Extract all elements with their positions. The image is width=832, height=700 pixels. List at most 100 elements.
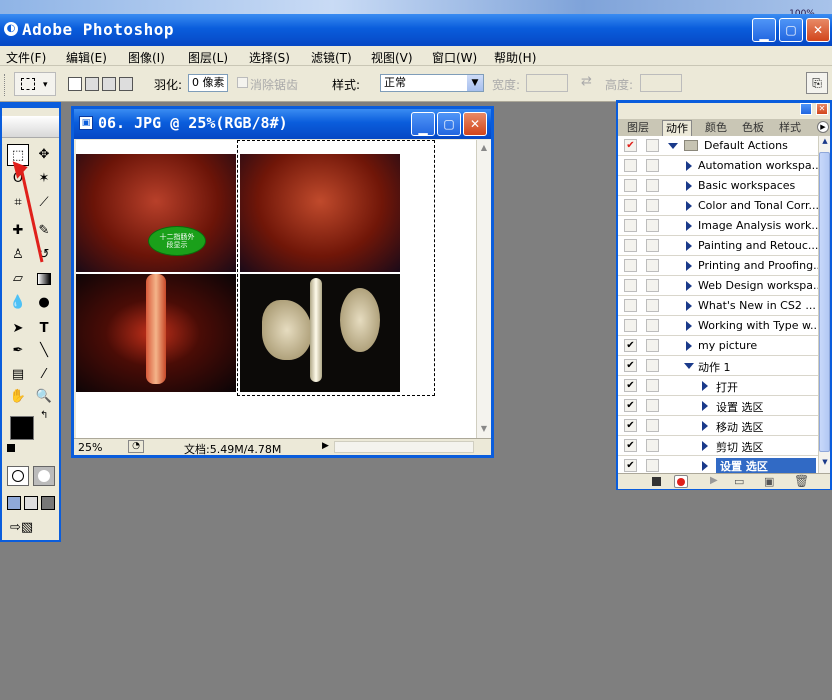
action-row[interactable]: Color and Tonal Corr... (618, 196, 819, 216)
action-toggle-checkbox[interactable]: ✔ (624, 359, 637, 372)
doc-maximize-button[interactable]: ▢ (437, 112, 461, 136)
expanded-chevron-icon[interactable] (668, 143, 678, 149)
collapsed-chevron-icon[interactable] (686, 161, 692, 171)
scroll-up-icon[interactable]: ▲ (820, 137, 830, 149)
action-toggle-checkbox[interactable] (624, 259, 637, 272)
collapsed-chevron-icon[interactable] (686, 241, 692, 251)
collapsed-chevron-icon[interactable] (686, 321, 692, 331)
action-toggle-checkbox[interactable] (624, 239, 637, 252)
action-row[interactable]: ✔ 剪切 选区 (618, 436, 818, 456)
action-row[interactable]: ✔ 移动 选区 (618, 416, 818, 436)
dialog-toggle-checkbox[interactable] (646, 159, 659, 172)
action-toggle-checkbox[interactable] (624, 159, 637, 172)
panel-close-button[interactable]: ✕ (816, 103, 828, 115)
document-icon: ▣ (79, 116, 93, 130)
collapsed-chevron-icon[interactable] (702, 401, 708, 411)
action-row[interactable]: Printing and Proofing... (618, 256, 824, 276)
collapsed-chevron-icon[interactable] (702, 461, 708, 471)
tab-styles[interactable]: 样式 (776, 120, 804, 136)
action-toggle-checkbox[interactable]: ✔ (624, 439, 637, 452)
trash-icon[interactable]: 🗑 (794, 474, 809, 488)
dialog-toggle-checkbox[interactable] (646, 379, 659, 392)
dialog-toggle-checkbox[interactable] (646, 219, 659, 232)
scroll-up-icon[interactable]: ▲ (478, 141, 490, 155)
collapsed-chevron-icon[interactable] (702, 441, 708, 451)
panel-minimize-button[interactable] (800, 103, 812, 115)
collapsed-chevron-icon[interactable] (686, 281, 692, 291)
dialog-toggle-checkbox[interactable] (646, 139, 659, 152)
action-row[interactable]: ✔ my picture (618, 336, 818, 356)
action-row[interactable]: ✔ 设置 选区 (618, 396, 818, 416)
stop-icon[interactable] (652, 477, 661, 486)
doc-minimize-button[interactable]: ▁ (411, 112, 435, 136)
tab-color[interactable]: 颜色 (702, 120, 730, 136)
scroll-down-icon[interactable]: ▼ (820, 458, 830, 470)
dialog-toggle-checkbox[interactable] (646, 199, 659, 212)
action-row[interactable]: What's New in CS2 ... (618, 296, 818, 316)
action-toggle-checkbox[interactable]: ✔ (624, 419, 637, 432)
panel-vertical-scrollbar[interactable]: ▲ ▼ (818, 136, 830, 473)
new-set-icon[interactable]: ▭ (734, 475, 744, 488)
tab-layers[interactable]: 图层 (624, 120, 652, 136)
dialog-toggle-checkbox[interactable] (646, 259, 659, 272)
canvas[interactable]: 十二指肠外 段显示 (76, 140, 476, 438)
action-label: What's New in CS2 ... (698, 299, 816, 312)
scroll-down-icon[interactable]: ▼ (478, 422, 490, 436)
action-row[interactable]: Image Analysis work... (618, 216, 822, 236)
dialog-toggle-checkbox[interactable] (646, 239, 659, 252)
collapsed-chevron-icon[interactable] (702, 421, 708, 431)
doc-close-button[interactable]: ✕ (463, 112, 487, 136)
action-toggle-checkbox[interactable] (624, 199, 637, 212)
action-toggle-checkbox[interactable] (624, 299, 637, 312)
expanded-chevron-icon[interactable] (684, 363, 694, 369)
collapsed-chevron-icon[interactable] (686, 201, 692, 211)
action-toggle-checkbox[interactable] (624, 279, 637, 292)
action-toggle-checkbox[interactable]: ✔ (624, 459, 637, 472)
action-row[interactable]: Web Design workspa... (618, 276, 824, 296)
dialog-toggle-checkbox[interactable] (646, 419, 659, 432)
dialog-toggle-checkbox[interactable] (646, 459, 659, 472)
action-toggle-checkbox[interactable]: ✔ (624, 339, 637, 352)
document-title-bar[interactable]: ▣ 06. JPG @ 25%(RGB/8#) ▁ ▢ ✕ (74, 109, 491, 139)
action-toggle-checkbox[interactable] (624, 219, 637, 232)
dialog-toggle-checkbox[interactable] (646, 439, 659, 452)
action-toggle-checkbox[interactable]: ✔ (624, 379, 637, 392)
document-horizontal-scrollbar[interactable] (334, 441, 474, 453)
collapsed-chevron-icon[interactable] (686, 301, 692, 311)
action-row[interactable]: Painting and Retouc... (618, 236, 818, 256)
panel-scroll-thumb[interactable] (819, 152, 830, 452)
action-row[interactable]: Basic workspaces (618, 176, 818, 196)
collapsed-chevron-icon[interactable] (686, 221, 692, 231)
tab-swatches[interactable]: 色板 (739, 120, 767, 136)
play-icon[interactable]: ▶ (710, 475, 718, 486)
dialog-toggle-checkbox[interactable] (646, 399, 659, 412)
dialog-toggle-checkbox[interactable] (646, 279, 659, 292)
zoom-level[interactable]: 25% (78, 441, 102, 454)
action-row[interactable]: ✔ Default Actions (618, 136, 818, 156)
collapsed-chevron-icon[interactable] (686, 261, 692, 271)
new-action-icon[interactable]: ▣ (764, 475, 774, 488)
dialog-toggle-checkbox[interactable] (646, 299, 659, 312)
dialog-toggle-checkbox[interactable] (646, 339, 659, 352)
marquee-selection[interactable] (237, 140, 435, 396)
action-row[interactable]: ✔ 动作 1 (618, 356, 818, 376)
action-row[interactable]: Automation workspa... (618, 156, 822, 176)
status-arrow-icon[interactable]: ▶ (322, 441, 329, 451)
document-vertical-scrollbar[interactable]: ▲ ▼ (476, 140, 491, 438)
collapsed-chevron-icon[interactable] (686, 181, 692, 191)
action-toggle-checkbox[interactable]: ✔ (624, 139, 637, 152)
dialog-toggle-checkbox[interactable] (646, 359, 659, 372)
action-toggle-checkbox[interactable] (624, 179, 637, 192)
collapsed-chevron-icon[interactable] (702, 381, 708, 391)
panel-menu-icon[interactable]: ▶ (817, 121, 829, 133)
action-row[interactable]: ✔ 打开 (618, 376, 818, 396)
collapsed-chevron-icon[interactable] (686, 341, 692, 351)
record-button[interactable] (674, 475, 688, 488)
action-toggle-checkbox[interactable]: ✔ (624, 399, 637, 412)
action-toggle-checkbox[interactable] (624, 319, 637, 332)
status-menu-icon[interactable]: ◔ (128, 440, 144, 453)
action-row[interactable]: Working with Type w... (618, 316, 820, 336)
dialog-toggle-checkbox[interactable] (646, 319, 659, 332)
dialog-toggle-checkbox[interactable] (646, 179, 659, 192)
tab-actions[interactable]: 动作 (662, 120, 692, 136)
